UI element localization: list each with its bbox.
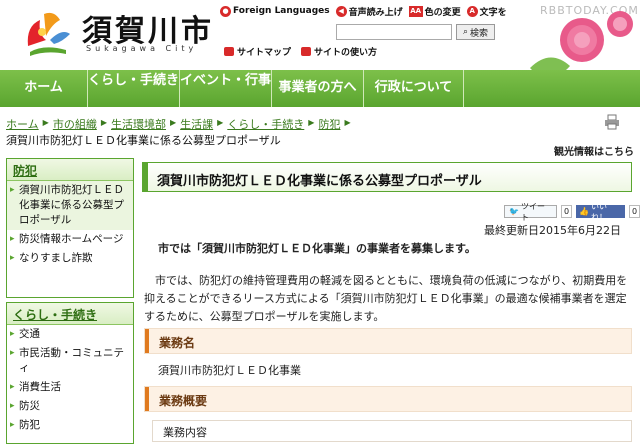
breadcrumb-separator-icon: ▶ <box>308 118 315 127</box>
sidebar-item-consumer[interactable]: 消費生活 <box>7 378 133 397</box>
sidebar-item-disaster-info[interactable]: 防災情報ホームページ <box>7 230 133 249</box>
section-heading: 業務概要 <box>144 386 632 412</box>
nav-business[interactable]: 事業者の方へ <box>272 70 364 107</box>
search-button-label: 検索 <box>470 28 489 39</box>
breadcrumb-item[interactable]: くらし・手続き <box>227 116 304 132</box>
sidebar-item-community[interactable]: 市民活動・コミュニティ <box>7 344 133 378</box>
breadcrumb-item[interactable]: 市の組織 <box>53 116 97 132</box>
speech-link[interactable]: ◀ 音声読み上げ <box>335 5 403 18</box>
util-label: 文字を <box>479 7 507 18</box>
sitemap-link[interactable]: サイトマップ <box>224 45 291 58</box>
breadcrumb-item[interactable]: 防犯 <box>318 116 340 132</box>
print-icon[interactable] <box>604 114 620 130</box>
search-input[interactable] <box>336 24 452 40</box>
globe-icon: ● <box>220 5 231 17</box>
breadcrumb: ホーム ▶ 市の組織 ▶ 生活環境部 ▶ 生活課 ▶ くらし・手続き ▶ 防犯 ▶ <box>6 116 351 132</box>
breadcrumb-separator-icon: ▶ <box>100 118 107 127</box>
tweet-label: ツイート <box>520 201 545 222</box>
page-title: 須賀川市防犯灯ＬＥＤ化事業に係る公募型プロポーザル <box>157 174 482 189</box>
social-buttons: 🐦 ツイート 0 👍 いいね！ 0 <box>504 202 640 222</box>
like-count: 0 <box>629 205 640 218</box>
how-to-use-link[interactable]: サイトの使い方 <box>301 45 377 58</box>
foreign-languages-link[interactable]: ● Foreign Languages <box>220 5 330 17</box>
body-paragraph: 市では、防犯灯の維持管理費用の軽減を図るとともに、環境負荷の低減につながり、初期… <box>144 274 628 323</box>
info-icon <box>301 47 312 56</box>
nav-administration[interactable]: 行政について <box>364 70 464 107</box>
page-title-box: 須賀川市防犯灯ＬＥＤ化事業に係る公募型プロポーザル <box>142 162 632 192</box>
section-body: 須賀川市防犯灯ＬＥＤ化事業 <box>158 364 301 377</box>
header-links: サイトマップ サイトの使い方 <box>224 45 377 58</box>
thumbs-up-icon: 👍 <box>579 207 589 216</box>
search-icon: ⌕ <box>463 27 469 37</box>
text-size-link[interactable]: A 文字を <box>466 5 507 18</box>
site-header: 須賀川市 Sukagawa City ● Foreign Languages ◀… <box>0 0 640 78</box>
twitter-icon: 🐦 <box>509 207 519 216</box>
sidebar-section-living: くらし・手続き 交通 市民活動・コミュニティ 消費生活 防災 防犯 <box>6 302 134 444</box>
search-bar: ⌕ 検索 <box>336 24 496 40</box>
like-label: いいね！ <box>590 201 607 222</box>
breadcrumb-separator-icon: ▶ <box>169 118 177 127</box>
breadcrumb-item[interactable]: 生活環境部 <box>111 116 166 132</box>
site-subtitle: Sukagawa City <box>86 44 198 53</box>
tweet-button[interactable]: 🐦 ツイート <box>504 202 558 222</box>
sitemap-label: サイトマップ <box>237 48 292 58</box>
breadcrumb-separator-icon: ▶ <box>344 118 351 127</box>
city-logo-icon[interactable] <box>20 6 74 60</box>
color-icon: AA <box>408 5 423 17</box>
sidebar-item-crime[interactable]: 防犯 <box>7 416 133 435</box>
section-heading-text: 業務概要 <box>159 394 208 408</box>
color-change-link[interactable]: AA 色の変更 <box>408 5 461 18</box>
tweet-count: 0 <box>561 205 572 218</box>
last-updated: 最終更新日2015年6月22日 <box>484 224 621 237</box>
nav-events[interactable]: イベント・行事 <box>180 70 272 107</box>
tourism-banner-link[interactable]: 観光情報はこちら <box>554 143 634 158</box>
how-to-use-label: サイトの使い方 <box>314 48 378 58</box>
utility-bar: ● Foreign Languages ◀ 音声読み上げ AA 色の変更 A 文… <box>220 3 507 19</box>
sidebar-section-crime-prevention: 防犯 須賀川市防犯灯ＬＥＤ化事業に係る公募型プロポーザル 防災情報ホームページ … <box>6 158 134 298</box>
like-button[interactable]: 👍 いいね！ <box>576 202 626 222</box>
text-size-icon: A <box>466 5 478 17</box>
section-heading-text: 業務名 <box>159 336 196 350</box>
breadcrumb-separator-icon: ▶ <box>42 118 49 127</box>
sitemap-icon <box>224 47 234 56</box>
nav-home[interactable]: ホーム <box>0 70 88 107</box>
util-label: 色の変更 <box>424 7 461 18</box>
sidebar-heading[interactable]: くらし・手続き <box>7 303 133 325</box>
util-label: 音声読み上げ <box>348 7 403 18</box>
breadcrumb-item[interactable]: 生活課 <box>180 116 213 132</box>
section-heading: 業務名 <box>144 328 632 354</box>
breadcrumb-item[interactable]: ホーム <box>6 116 39 132</box>
sidebar-heading[interactable]: 防犯 <box>7 159 133 181</box>
speaker-icon: ◀ <box>335 5 347 17</box>
sidebar-item-disaster[interactable]: 防災 <box>7 397 133 416</box>
sidebar-item-traffic[interactable]: 交通 <box>7 325 133 344</box>
breadcrumb-separator-icon: ▶ <box>217 118 224 127</box>
search-button[interactable]: ⌕ 検索 <box>456 24 496 40</box>
nav-living[interactable]: くらし・手続き <box>88 70 180 107</box>
sidebar-item-led-proposal[interactable]: 須賀川市防犯灯ＬＥＤ化事業に係る公募型プロポーザル <box>7 181 133 230</box>
util-label: Foreign Languages <box>233 6 330 16</box>
global-nav: ホーム くらし・手続き イベント・行事 事業者の方へ 行政について 観光情報はこ… <box>0 70 640 158</box>
current-page-title: 須賀川市防犯灯ＬＥＤ化事業に係る公募型プロポーザル <box>6 134 281 147</box>
sidebar-item-fraud[interactable]: なりすまし詐欺 <box>7 249 133 268</box>
sub-heading: 業務内容 <box>152 420 632 442</box>
lead-text: 市では「須賀川市防犯灯ＬＥＤ化事業」の事業者を募集します。 <box>158 242 476 255</box>
